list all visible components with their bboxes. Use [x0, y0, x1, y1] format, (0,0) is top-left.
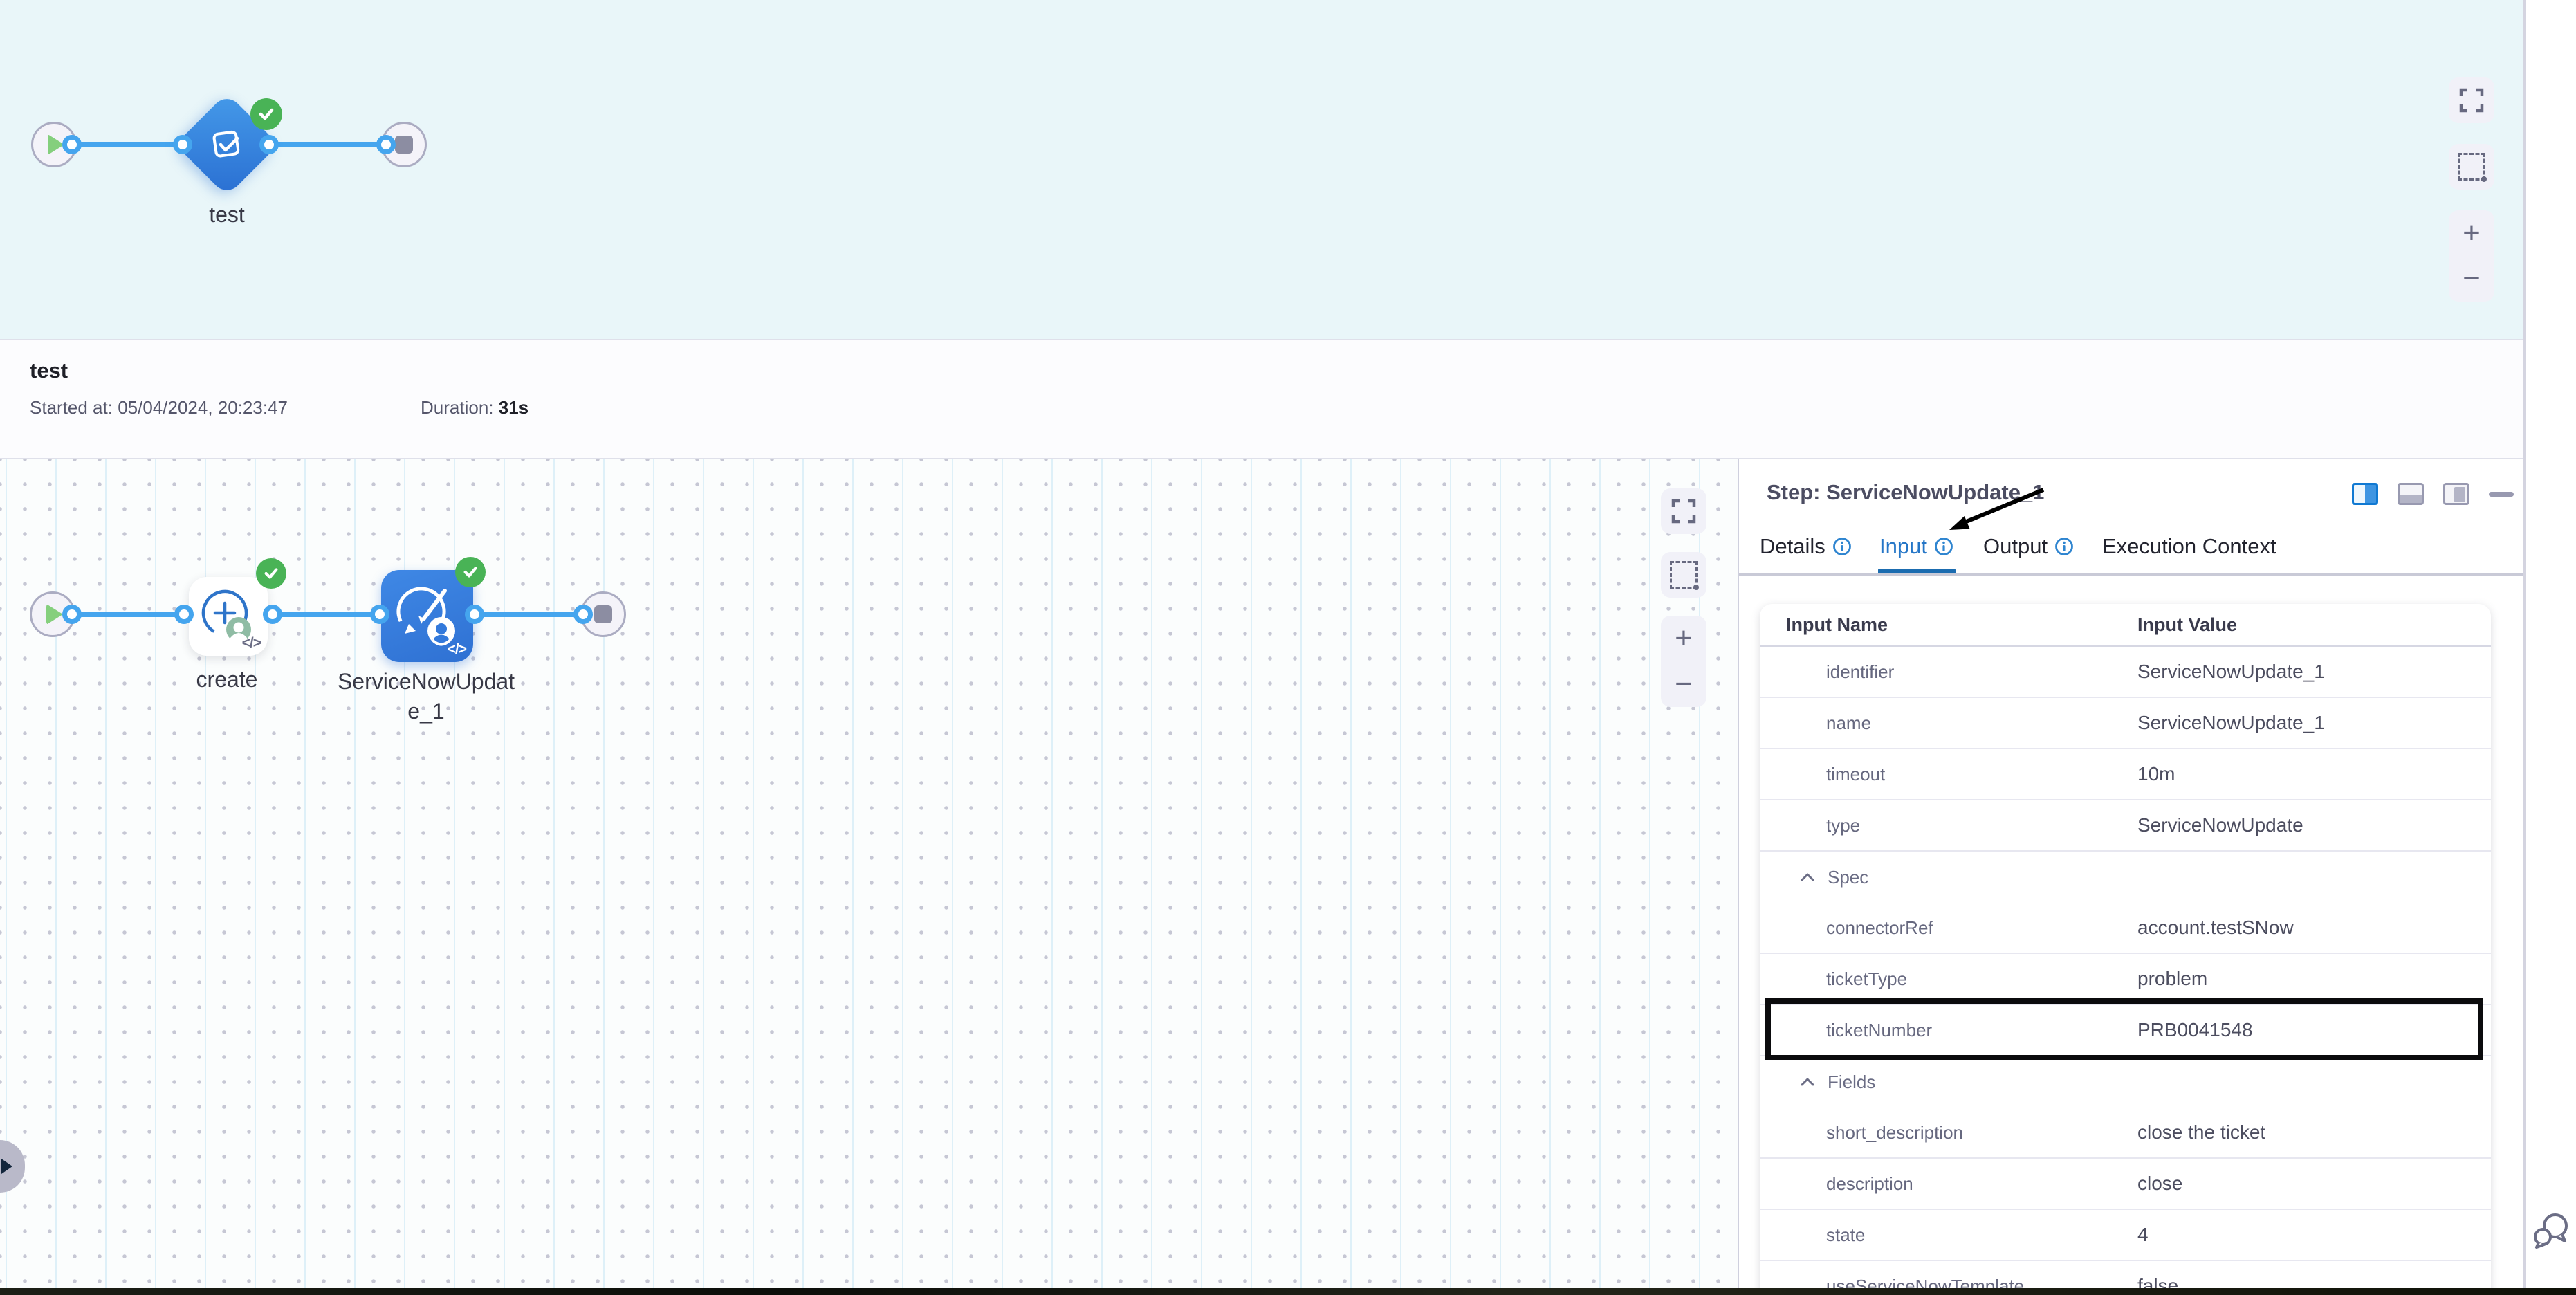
- divider: [1739, 573, 2526, 576]
- step-graph-canvas[interactable]: </> </> create ServiceNowUpdate_1: [0, 459, 1738, 1288]
- tab-execution-context[interactable]: Execution Context: [2102, 534, 2276, 559]
- step-details-panel: Step: ServiceNowUpdate_1 Details Input O…: [1738, 459, 2526, 1288]
- stop-icon: [594, 605, 612, 623]
- table-row: short_description close the ticket: [1760, 1108, 2491, 1159]
- annotation-arrow: [1933, 484, 2064, 553]
- table-row: state 4: [1760, 1210, 2491, 1261]
- zoom-controls: + −: [1661, 616, 1706, 707]
- layout-floating-panel-button[interactable]: [2443, 483, 2469, 505]
- table-row: description close: [1760, 1159, 2491, 1210]
- code-icon: </>: [448, 641, 466, 658]
- chevron-up-icon: [1800, 872, 1815, 882]
- fit-to-screen-button[interactable]: [1661, 488, 1706, 534]
- minimize-panel-button[interactable]: [2489, 492, 2514, 497]
- help-chat-button[interactable]: [2532, 1211, 2572, 1249]
- node-port: [62, 135, 82, 154]
- node-port: [174, 605, 194, 624]
- tab-details[interactable]: Details: [1760, 534, 1852, 559]
- marquee-select-icon: [2458, 153, 2485, 181]
- fit-to-screen-button[interactable]: [2449, 77, 2494, 123]
- started-at: Started at: 05/04/2024, 20:23:47: [30, 397, 288, 419]
- table-row: useServiceNowTemplate false: [1760, 1261, 2491, 1288]
- select-area-button[interactable]: [2449, 144, 2494, 190]
- column-input-value: Input Value: [2137, 614, 2237, 636]
- stop-icon: [395, 136, 413, 154]
- node-port: [62, 605, 82, 624]
- annotation-highlight-box: [1765, 998, 2483, 1060]
- table-row: connectorRef account.testSNow: [1760, 903, 2491, 954]
- select-area-button[interactable]: [1661, 552, 1706, 598]
- stage-node-label: test: [158, 202, 296, 228]
- node-port: [573, 605, 593, 624]
- chevron-up-icon: [1800, 1077, 1815, 1087]
- column-input-name: Input Name: [1786, 614, 2111, 636]
- node-port: [259, 135, 279, 154]
- chevron-right-icon: [1, 1159, 12, 1174]
- stage-graph-canvas[interactable]: test + −: [0, 0, 2525, 340]
- fullscreen-icon: [1671, 499, 1696, 524]
- zoom-out-button[interactable]: −: [2463, 264, 2481, 294]
- zoom-out-button[interactable]: −: [1675, 669, 1693, 699]
- execution-info-bar: test Started at: 05/04/2024, 20:23:47 Du…: [0, 340, 2525, 459]
- node-port: [263, 605, 282, 624]
- table-row: timeout 10m: [1760, 749, 2491, 800]
- window-right-border: [2523, 0, 2526, 1288]
- step-node-create[interactable]: </>: [189, 577, 268, 656]
- fullscreen-icon: [2459, 88, 2484, 113]
- code-icon: </>: [242, 635, 261, 652]
- step-node-label: ServiceNowUpdate_1: [332, 667, 520, 726]
- success-badge: [256, 558, 286, 589]
- node-port: [370, 605, 389, 624]
- panel-layout-controls: [2352, 483, 2514, 505]
- step-node-servicenowupdate[interactable]: </>: [381, 570, 473, 662]
- success-badge: [455, 557, 486, 587]
- desktop-background-strip: [0, 1288, 2576, 1295]
- table-row: type ServiceNowUpdate: [1760, 800, 2491, 852]
- step-node-label: create: [158, 667, 296, 692]
- layout-right-panel-button[interactable]: [2352, 483, 2378, 505]
- section-fields-toggle[interactable]: Fields: [1760, 1056, 2491, 1108]
- marquee-select-icon: [1670, 561, 1698, 589]
- pipeline-edge: [72, 612, 583, 617]
- layout-bottom-panel-button[interactable]: [2398, 483, 2424, 505]
- info-icon: [1832, 537, 1852, 556]
- input-table: Input Name Input Value identifier Servic…: [1760, 604, 2491, 1288]
- pipeline-name: test: [30, 358, 68, 383]
- table-header: Input Name Input Value: [1760, 604, 2491, 647]
- node-port: [173, 135, 192, 154]
- node-port: [465, 605, 484, 624]
- zoom-in-button[interactable]: +: [1675, 623, 1693, 654]
- node-port: [376, 135, 396, 154]
- zoom-controls: + −: [2449, 210, 2494, 302]
- duration: Duration: 31s: [421, 397, 528, 419]
- section-spec-toggle[interactable]: Spec: [1760, 852, 2491, 903]
- success-badge: [250, 98, 282, 130]
- table-row: name ServiceNowUpdate_1: [1760, 698, 2491, 749]
- table-row: identifier ServiceNowUpdate_1: [1760, 647, 2491, 698]
- barrier-check-icon: [204, 122, 250, 167]
- zoom-in-button[interactable]: +: [2463, 218, 2481, 248]
- table-row: ticketType problem: [1760, 954, 2491, 1005]
- play-icon: [46, 604, 63, 625]
